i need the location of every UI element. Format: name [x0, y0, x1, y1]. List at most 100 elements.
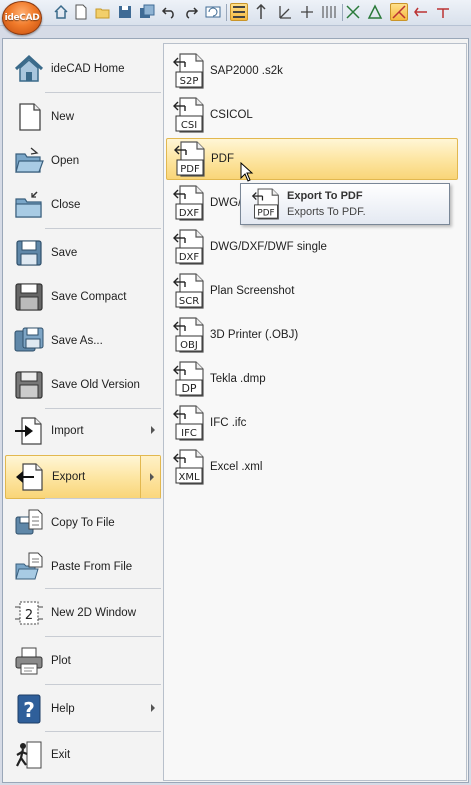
menu-separator — [45, 92, 161, 93]
menu-item-save-compact[interactable]: Save Compact — [5, 275, 161, 319]
menu-item-label: New — [51, 111, 75, 123]
chevron-right-icon — [151, 704, 155, 712]
menu-item-label: Save — [51, 247, 78, 259]
toolbar-open-folder-button[interactable] — [94, 3, 112, 21]
menu-item-label: Open — [51, 155, 80, 167]
svg-text:PDF: PDF — [257, 208, 274, 218]
chevron-right-icon — [151, 426, 155, 434]
menu-separator — [45, 408, 161, 409]
exit-icon — [11, 737, 47, 773]
menu-item-save-as[interactable]: Save As... — [5, 319, 161, 363]
svg-text:CSI: CSI — [181, 120, 197, 131]
app-logo-text: ideCAD — [4, 13, 40, 23]
menu-item-idecad-home[interactable]: ideCAD Home — [5, 47, 161, 91]
toolbar-refresh-button[interactable] — [204, 3, 222, 21]
menu-item-new-2d-window[interactable]: 2 New 2D Window — [5, 591, 161, 635]
printer-icon — [11, 643, 47, 679]
redo-icon — [183, 4, 199, 20]
chevron-right-icon — [150, 473, 154, 481]
paste-from-file-icon — [11, 549, 47, 585]
svg-text:DXF: DXF — [179, 252, 200, 263]
export-item-tekla-dmp[interactable]: DP Tekla .dmp — [166, 358, 458, 400]
open-folder-icon — [95, 4, 111, 20]
copy-to-file-icon — [11, 505, 47, 541]
undo-icon — [161, 4, 177, 20]
menu-separator — [45, 731, 161, 732]
close-folder-icon — [11, 187, 47, 223]
menu-item-copy-to-file[interactable]: Copy To File — [5, 501, 161, 545]
export-item-pdf[interactable]: PDF PDF — [166, 138, 458, 180]
toolbar-undo-button[interactable] — [160, 3, 178, 21]
toolbar-snap-button[interactable] — [252, 3, 270, 21]
dimension-icon — [413, 4, 429, 20]
save-as-icon — [11, 323, 47, 359]
export-item-3d-printer-obj[interactable]: OBJ 3D Printer (.OBJ) — [166, 314, 458, 356]
export-item-label: CSICOL — [210, 109, 253, 121]
svg-text:2: 2 — [25, 608, 33, 623]
svg-text:XML: XML — [178, 472, 199, 483]
toolbar-cursor-button[interactable] — [390, 3, 408, 21]
new-2d-window-icon: 2 — [11, 595, 47, 631]
export-pdf-tooltip: PDF Export To PDF Exports To PDF. — [240, 183, 450, 225]
menu-item-label: Paste From File — [51, 561, 133, 573]
svg-text:?: ? — [23, 698, 35, 722]
toolbar-redo-button[interactable] — [182, 3, 200, 21]
toolbar-save-all-button[interactable] — [138, 3, 156, 21]
toolbar-grid-button[interactable] — [320, 3, 338, 21]
menu-item-help[interactable]: ? Help — [5, 687, 161, 731]
menu-item-import[interactable]: Import — [5, 409, 161, 453]
toolbar-save-button[interactable] — [116, 3, 134, 21]
export-item-ifc-ifc[interactable]: IFC IFC .ifc — [166, 402, 458, 444]
toolbar-ortho-button[interactable] — [298, 3, 316, 21]
ortho-icon — [299, 4, 315, 20]
menu-item-save-old-version[interactable]: Save Old Version — [5, 363, 161, 407]
menu-item-export[interactable]: Export — [5, 455, 161, 499]
menu-item-plot[interactable]: Plot — [5, 639, 161, 683]
export-item-plan-screenshot[interactable]: SCR Plan Screenshot — [166, 270, 458, 312]
new-file-icon — [11, 99, 47, 135]
export-item-label: 3D Printer (.OBJ) — [210, 329, 299, 341]
menu-item-close[interactable]: Close — [5, 183, 161, 227]
save-icon — [11, 235, 47, 271]
toolbar-tracking-button[interactable] — [344, 3, 362, 21]
application-menu-commands: ideCAD Home New Open Close Save Save Compact S… — [5, 43, 163, 781]
menu-item-label: Plot — [51, 655, 71, 667]
menu-item-save[interactable]: Save — [5, 231, 161, 275]
export-item-sap2000-s2k[interactable]: S2P SAP2000 .s2k — [166, 50, 458, 92]
menu-item-label: Export — [52, 471, 86, 483]
export-submenu: S2P SAP2000 .s2k CSI CSICOL PDF PDF DXF … — [163, 43, 467, 781]
toolbar-dimension-button[interactable] — [412, 3, 430, 21]
application-menu-button[interactable]: ideCAD — [2, 1, 42, 35]
toolbar-new-file-button[interactable] — [72, 3, 90, 21]
toolbar-home-button[interactable] — [52, 3, 70, 21]
osnap-icon — [367, 4, 383, 20]
toolbar-layers-button[interactable] — [230, 3, 248, 21]
toolbar-angle-button[interactable] — [276, 3, 294, 21]
home-icon — [53, 4, 69, 20]
pdf-file-icon: PDF — [173, 140, 207, 178]
menu-item-exit[interactable]: Exit — [5, 733, 161, 777]
pdf-file-icon: PDF — [251, 186, 281, 222]
menu-separator — [45, 588, 161, 589]
svg-text:IFC: IFC — [181, 428, 197, 439]
menu-item-paste-from-file[interactable]: Paste From File — [5, 545, 161, 589]
export-item-label: Excel .xml — [210, 461, 263, 473]
menu-item-label: Import — [51, 425, 84, 437]
menu-item-open[interactable]: Open — [5, 139, 161, 183]
svg-text:SCR: SCR — [179, 296, 199, 307]
menu-item-new[interactable]: New — [5, 95, 161, 139]
csi-file-icon: CSI — [172, 96, 206, 134]
menu-item-label: Save Old Version — [51, 379, 140, 391]
menu-item-label: Copy To File — [51, 517, 115, 529]
menu-separator — [45, 498, 161, 499]
export-item-excel-xml[interactable]: XML Excel .xml — [166, 446, 458, 488]
home-icon — [11, 51, 47, 87]
toolbar-osnap-button[interactable] — [366, 3, 384, 21]
toolbar-measure-button[interactable] — [434, 3, 452, 21]
svg-text:OBJ: OBJ — [180, 340, 198, 351]
dxf-file-icon: DXF — [172, 184, 206, 222]
export-item-dwg-dxf-dwf-single[interactable]: DXF DWG/DXF/DWF single — [166, 226, 458, 268]
svg-text:S2P: S2P — [180, 76, 199, 87]
menu-item-label: Exit — [51, 749, 71, 761]
export-item-csicol[interactable]: CSI CSICOL — [166, 94, 458, 136]
